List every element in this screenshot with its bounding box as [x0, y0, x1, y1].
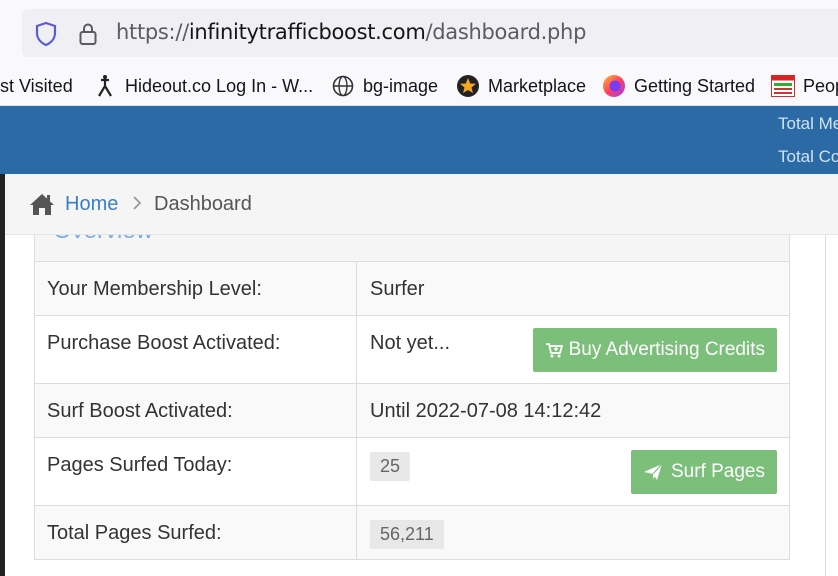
row-label: Total Pages Surfed: — [34, 505, 357, 560]
total-co-link[interactable]: Total Co — [778, 147, 838, 167]
bookmark-bg-image[interactable]: bg-image — [331, 72, 438, 100]
url-scheme: https:// — [116, 20, 189, 44]
buy-advertising-credits-button[interactable]: Buy Advertising Credits — [532, 328, 777, 372]
total-pages-badge: 56,211 — [370, 520, 444, 549]
url-path: /dashboard.php — [425, 20, 587, 44]
row-label: Purchase Boost Activated: — [34, 315, 357, 384]
bookmark-label: st Visited — [0, 75, 73, 96]
row-label: Pages Surfed Today: — [34, 437, 357, 506]
surf-pages-button[interactable]: Surf Pages — [631, 450, 777, 494]
table-row: Purchase Boost Activated: Not yet... Buy… — [34, 315, 790, 384]
button-label: Surf Pages — [671, 461, 765, 482]
row-value: Surfer — [356, 261, 790, 316]
bookmark-marketplace[interactable]: Marketplace — [456, 72, 586, 100]
row-value-cell: 25 Surf Pages — [356, 437, 790, 506]
bookmark-image-icon — [771, 74, 795, 98]
bookmark-label: Hideout.co Log In - W... — [125, 75, 314, 96]
row-value-cell: 56,211 — [356, 505, 790, 560]
breadcrumb-home-link[interactable]: Home — [65, 193, 118, 216]
home-icon[interactable] — [28, 190, 56, 218]
table-row: Pages Surfed Today: 25 Surf Pages — [34, 437, 790, 506]
browser-toolbar: https://infinitytrafficboost.com/dashboa… — [0, 0, 838, 66]
table-row: Your Membership Level: Surfer — [34, 261, 790, 316]
panel-title: Overview — [53, 235, 153, 245]
bookmark-getting-started[interactable]: Getting Started — [602, 72, 755, 100]
url-host: infinitytrafficboost.com — [188, 20, 426, 44]
button-label: Buy Advertising Credits — [568, 339, 765, 360]
breadcrumb-current: Dashboard — [154, 193, 252, 215]
hideout-icon — [93, 74, 117, 98]
breadcrumb: Home Dashboard — [5, 174, 838, 235]
total-members-link[interactable]: Total Me — [778, 114, 838, 134]
panel-heading: Overview — [34, 235, 790, 261]
row-label: Your Membership Level: — [34, 261, 357, 316]
row-value: Until 2022-07-08 14:12:42 — [356, 383, 790, 438]
bookmark-people[interactable]: Peop — [771, 72, 838, 100]
star-badge-icon — [456, 74, 480, 98]
bookmark-label: bg-image — [363, 75, 439, 96]
bookmark-label: Getting Started — [634, 75, 756, 96]
bookmarks-toolbar: st Visited Hideout.co Log In - W... bg-i… — [0, 66, 838, 106]
bookmark-label: Peop — [803, 75, 838, 96]
bookmark-most-visited[interactable]: st Visited — [0, 72, 73, 100]
row-label: Surf Boost Activated: — [34, 383, 357, 438]
overview-table: Your Membership Level: Surfer Purchase B… — [34, 261, 790, 560]
lock-icon[interactable] — [78, 21, 98, 47]
row-value-cell: Not yet... Buy Advertising Credits — [356, 315, 790, 384]
url-text[interactable]: https://infinitytrafficboost.com/dashboa… — [116, 20, 586, 44]
site-header: Total Me Total Co — [0, 106, 838, 174]
globe-icon — [331, 74, 355, 98]
table-row: Surf Boost Activated: Until 2022-07-08 1… — [34, 383, 790, 438]
tracking-protection-shield-icon[interactable] — [34, 21, 58, 47]
firefox-icon — [602, 74, 626, 98]
cart-icon — [545, 343, 563, 358]
paper-plane-icon — [644, 463, 663, 480]
pages-today-badge: 25 — [370, 452, 411, 481]
row-value: Not yet... — [370, 332, 451, 354]
bookmark-label: Marketplace — [488, 75, 587, 96]
bookmark-hideout[interactable]: Hideout.co Log In - W... — [93, 72, 313, 100]
table-row: Total Pages Surfed: 56,211 — [34, 505, 790, 560]
right-panel-edge — [825, 235, 838, 576]
chevron-right-icon — [133, 196, 142, 210]
breadcrumb-separator — [132, 195, 142, 216]
